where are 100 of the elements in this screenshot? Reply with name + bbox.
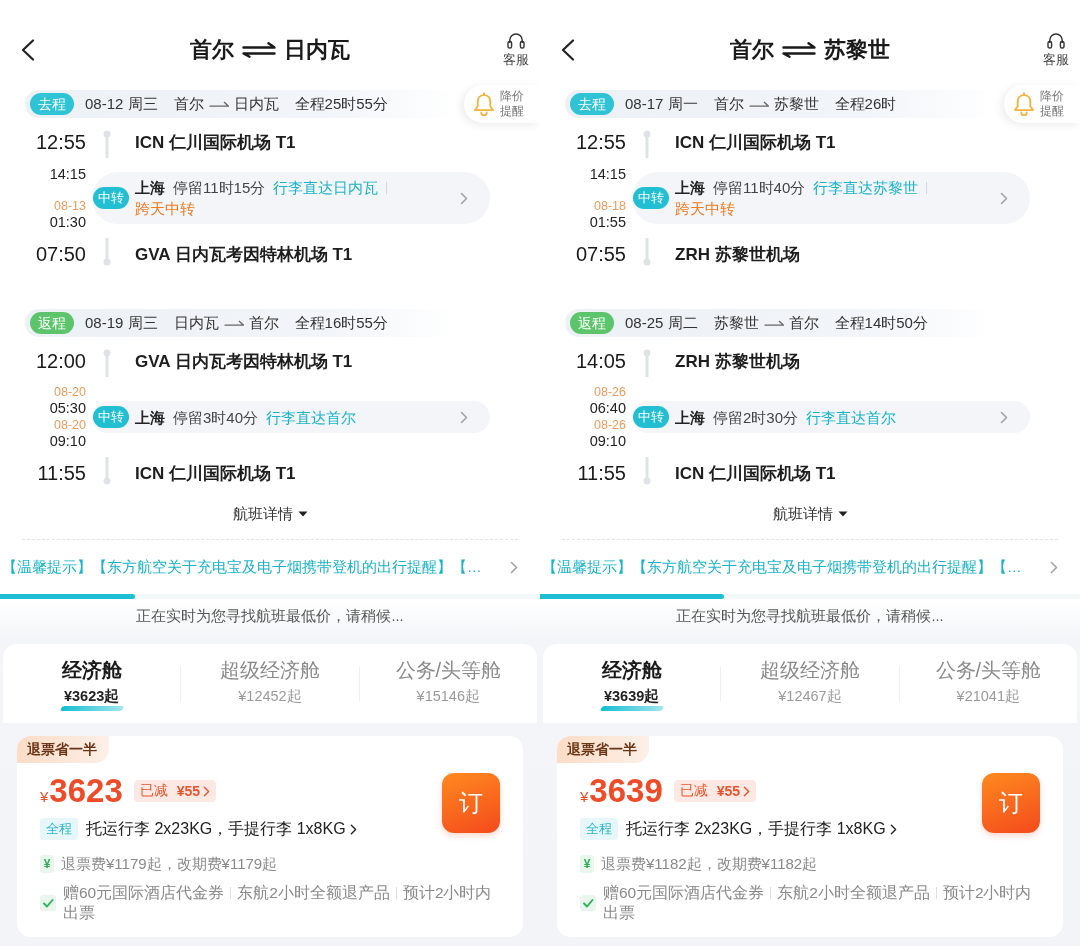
transfer-badge: 中转 xyxy=(93,406,129,428)
cabin-tab[interactable]: 超级经济舱 ¥12467起 xyxy=(760,657,860,705)
chevron-right-icon xyxy=(460,410,468,424)
date-label: 08-26 xyxy=(594,385,626,400)
baggage-allowance-link[interactable]: 托运行李 2x23KG，手提行李 1x8KG xyxy=(626,818,897,840)
caret-down-icon xyxy=(297,511,308,517)
headset-icon xyxy=(507,31,525,49)
route-origin: 苏黎世 xyxy=(713,313,759,333)
currency-symbol: ¥ xyxy=(580,788,589,806)
route-destination: 首尔 xyxy=(788,313,819,333)
transfer-badge: 中转 xyxy=(633,187,669,209)
baggage-through-label: 行李直达日内瓦 xyxy=(273,178,379,198)
baggage-scope-tag: 全程 xyxy=(580,818,618,840)
cabin-tab[interactable]: 公务/头等舱 ¥21041起 xyxy=(935,657,1042,705)
refund-promo-tag: 退票省一半 xyxy=(557,736,649,763)
title-origin: 首尔 xyxy=(190,36,234,64)
refund-change-fees: 退票费¥1179起，改期费¥1179起 xyxy=(61,854,278,874)
date-label: 08-20 xyxy=(54,385,86,400)
trip-direction-tag: 返程 xyxy=(570,312,614,334)
timeline-rail-icon xyxy=(642,457,652,485)
fare-price: 3623 xyxy=(49,773,123,809)
departure-time: 12:55 xyxy=(35,130,86,154)
bell-icon xyxy=(473,92,495,116)
price-alert-button[interactable]: 降价提醒 xyxy=(1004,85,1080,123)
departure-time: 01:30 xyxy=(49,214,86,230)
loading-message: 正在实时为您寻找航班最低价，请稍候... xyxy=(136,607,404,625)
arrival-time: 14:15 xyxy=(589,166,626,182)
date-label: 08-20 xyxy=(54,418,86,433)
headset-icon xyxy=(1047,31,1065,49)
loading-message: 正在实时为您寻找航班最低价，请稍候... xyxy=(676,607,944,625)
customer-service-button[interactable]: 客服 xyxy=(1043,31,1069,69)
transfer-city: 上海 xyxy=(135,407,165,428)
arrival-time: 11:55 xyxy=(577,461,626,485)
title-origin: 首尔 xyxy=(730,36,774,64)
chevron-right-icon xyxy=(1050,560,1058,574)
chevron-right-icon xyxy=(460,191,468,205)
selected-underline-icon xyxy=(599,706,664,711)
arrival-time: 07:55 xyxy=(575,242,626,266)
transfer-card[interactable]: 中转 上海 停留2时30分 行李直达首尔 xyxy=(632,401,1030,433)
back-icon xyxy=(561,39,575,61)
total-duration: 全程16时55分 xyxy=(294,313,388,333)
cabin-tab[interactable]: 公务/头等舱 ¥15146起 xyxy=(395,657,502,705)
cabin-tab[interactable]: 经济舱 ¥3623起 xyxy=(60,657,123,711)
route-origin: 首尔 xyxy=(173,94,204,114)
airport-name: GVA 日内瓦考因特林机场 T1 xyxy=(135,243,353,266)
chevron-right-icon xyxy=(203,785,211,797)
date-label: 08-18 xyxy=(594,199,626,214)
yen-icon: ¥ xyxy=(580,855,594,873)
currency-symbol: ¥ xyxy=(40,788,49,806)
yen-icon: ¥ xyxy=(40,855,54,873)
date-label: 08-26 xyxy=(594,418,626,433)
leg-date: 08-25 周二 xyxy=(625,313,698,333)
timeline-rail-icon xyxy=(102,238,112,266)
arrival-time: 06:40 xyxy=(589,400,626,416)
chevron-right-icon xyxy=(510,560,518,574)
baggage-through-label: 行李直达苏黎世 xyxy=(813,178,919,198)
timeline-rail-icon xyxy=(102,457,112,485)
caret-down-icon xyxy=(837,511,848,517)
cabin-tab[interactable]: 超级经济舱 ¥12452起 xyxy=(220,657,320,705)
transfer-badge: 中转 xyxy=(93,187,129,209)
customer-service-button[interactable]: 客服 xyxy=(503,31,529,69)
timeline-rail-icon xyxy=(642,238,652,266)
transfer-card[interactable]: 中转 上海 停留11时15分 行李直达日内瓦 跨天中转 xyxy=(92,172,490,224)
airport-name: GVA 日内瓦考因特林机场 T1 xyxy=(135,350,353,373)
airport-name: ICN 仁川国际机场 T1 xyxy=(675,462,836,485)
flight-details-toggle[interactable]: 航班详情 xyxy=(232,503,308,525)
cabin-tab[interactable]: 经济舱 ¥3639起 xyxy=(600,657,663,711)
route-destination: 日内瓦 xyxy=(233,94,279,114)
route-origin: 首尔 xyxy=(713,94,744,114)
airport-name: ZRH 苏黎世机场 xyxy=(675,243,800,266)
title-destination: 日内瓦 xyxy=(284,36,350,64)
transfer-badge: 中转 xyxy=(633,406,669,428)
check-icon xyxy=(580,895,596,911)
airport-name: ZRH 苏黎世机场 xyxy=(675,350,800,373)
baggage-allowance-link[interactable]: 托运行李 2x23KG，手提行李 1x8KG xyxy=(86,818,357,840)
arrival-time: 11:55 xyxy=(37,461,86,485)
airport-name: ICN 仁川国际机场 T1 xyxy=(135,131,296,154)
route-destination: 苏黎世 xyxy=(773,94,819,114)
route-origin: 日内瓦 xyxy=(173,313,219,333)
flight-details-toggle[interactable]: 航班详情 xyxy=(772,503,848,525)
back-button[interactable] xyxy=(21,39,35,61)
timeline-rail-icon xyxy=(102,349,112,377)
baggage-scope-tag: 全程 xyxy=(40,818,78,840)
total-duration: 全程25时55分 xyxy=(294,94,388,114)
total-duration: 全程26时 xyxy=(834,94,897,114)
price-alert-button[interactable]: 降价提醒 xyxy=(464,85,540,123)
date-label: 08-13 xyxy=(54,199,86,214)
title-destination: 苏黎世 xyxy=(824,36,890,64)
arrival-time: 05:30 xyxy=(49,400,86,416)
selected-underline-icon xyxy=(59,706,124,711)
transfer-card[interactable]: 中转 上海 停留11时40分 行李直达苏黎世 跨天中转 xyxy=(632,172,1030,224)
back-button[interactable] xyxy=(561,39,575,61)
arrival-time: 14:15 xyxy=(49,166,86,182)
timeline-rail-icon xyxy=(102,130,112,158)
transfer-card[interactable]: 中转 上海 停留3时40分 行李直达首尔 xyxy=(92,401,490,433)
route-destination: 首尔 xyxy=(248,313,279,333)
baggage-through-label: 行李直达首尔 xyxy=(806,407,897,428)
transfer-city: 上海 xyxy=(135,178,165,198)
chevron-right-icon xyxy=(349,823,357,835)
timeline-rail-icon xyxy=(642,349,652,377)
